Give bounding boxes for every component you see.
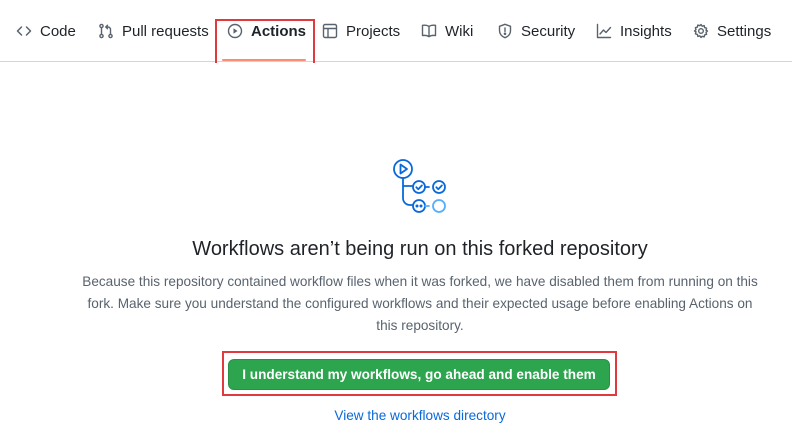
tab-actions[interactable]: Actions	[227, 0, 306, 62]
code-icon	[16, 23, 32, 39]
tab-code-label: Code	[40, 22, 76, 40]
tab-settings[interactable]: Settings	[693, 0, 771, 62]
tab-pull-requests-label: Pull requests	[122, 22, 209, 40]
graph-icon	[596, 23, 612, 39]
tab-projects-label: Projects	[346, 22, 401, 40]
book-icon	[421, 23, 437, 39]
tab-wiki-label: Wiki	[445, 22, 474, 40]
tab-projects[interactable]: Projects	[322, 0, 400, 62]
enable-workflows-button[interactable]: I understand my workflows, go ahead and …	[228, 359, 610, 390]
tab-actions-label: Actions	[251, 22, 307, 40]
page-title: Workflows aren’t being run on this forke…	[192, 238, 648, 260]
table-icon	[322, 23, 338, 39]
tab-insights[interactable]: Insights	[596, 0, 672, 62]
git-pull-request-icon	[98, 23, 114, 39]
tab-insights-label: Insights	[620, 22, 672, 40]
workflows-directory-link[interactable]: View the workflows directory	[0, 408, 792, 423]
tab-security[interactable]: Security	[497, 0, 575, 62]
tab-security-label: Security	[521, 22, 576, 40]
notice-description: Because this repository contained workfl…	[82, 274, 758, 333]
repo-nav-bar: Code Pull requests Actions Projects Wiki…	[0, 0, 792, 62]
shield-icon	[497, 23, 513, 39]
gear-icon	[693, 23, 709, 39]
tab-settings-label: Settings	[717, 22, 772, 40]
tab-code[interactable]: Code	[16, 0, 76, 62]
tab-pull-requests[interactable]: Pull requests	[98, 0, 209, 62]
active-tab-underline	[222, 59, 306, 61]
play-circle-icon	[227, 23, 243, 39]
tab-wiki[interactable]: Wiki	[421, 0, 473, 62]
workflow-illustration-icon	[388, 154, 450, 216]
